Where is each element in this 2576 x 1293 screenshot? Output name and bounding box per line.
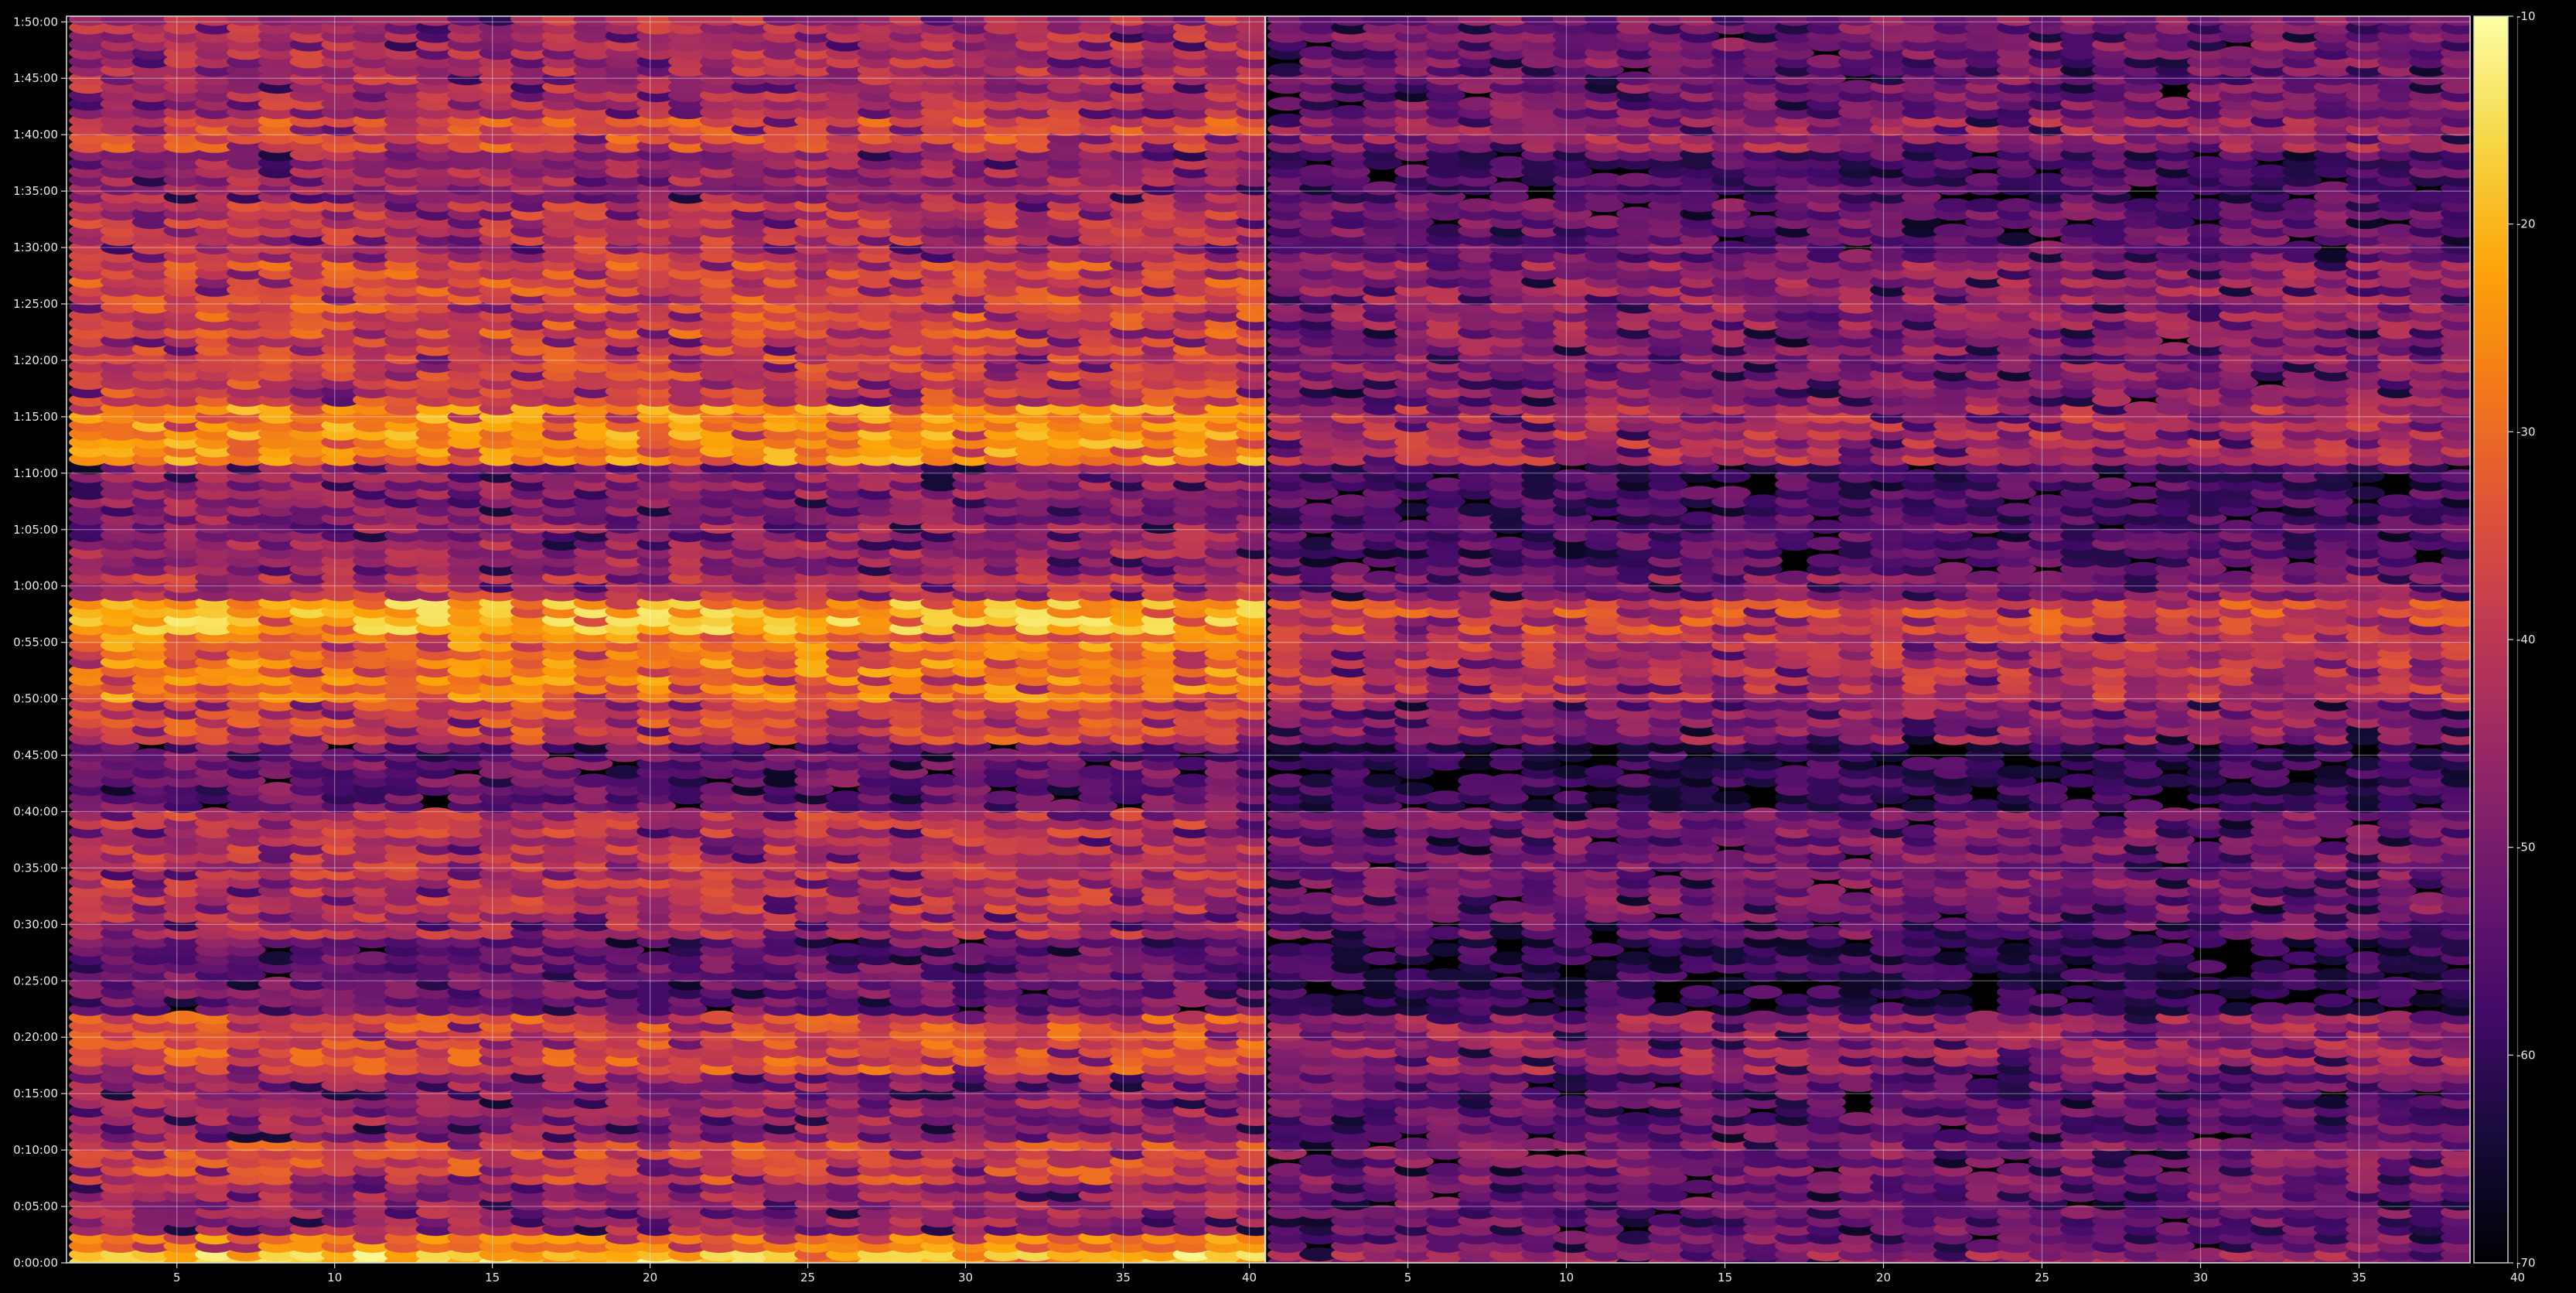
- heatmap-panel-left: [69, 16, 1265, 1263]
- heatmap-chart: 0:00:000:05:000:10:000:15:000:20:000:25:…: [13, 9, 2535, 1284]
